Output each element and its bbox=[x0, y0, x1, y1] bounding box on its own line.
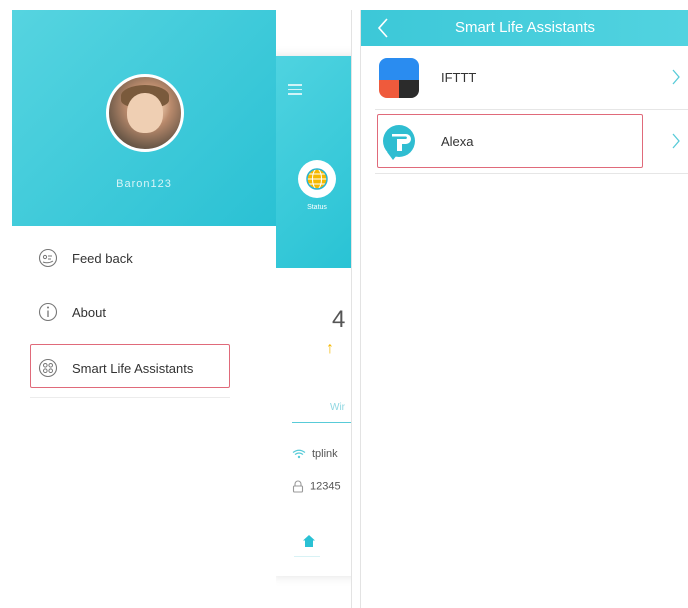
password-row: 12345 bbox=[292, 480, 341, 493]
right-phone-screen: Smart Life Assistants IFTTT Alexa bbox=[360, 10, 688, 608]
drawer-item-about[interactable]: About bbox=[38, 300, 106, 324]
home-icon[interactable] bbox=[302, 534, 316, 553]
smart-life-icon bbox=[38, 358, 58, 378]
side-drawer: Baron123 Feed back About Smart Life Assi… bbox=[12, 10, 276, 608]
background-main-screen: Status 4 ↑ Wir tplink 12345 bbox=[276, 56, 351, 576]
list-item-ifttt[interactable]: IFTTT bbox=[361, 46, 688, 110]
drawer-item-label: Feed back bbox=[72, 250, 133, 266]
feedback-icon bbox=[38, 248, 58, 268]
avatar[interactable] bbox=[106, 74, 184, 152]
hamburger-menu-icon[interactable] bbox=[288, 84, 302, 98]
info-icon bbox=[38, 302, 58, 322]
tab-underline bbox=[292, 422, 351, 423]
drawer-item-label: Smart Life Assistants bbox=[72, 360, 194, 376]
status-globe-icon[interactable] bbox=[298, 160, 336, 198]
list-item-alexa[interactable]: Alexa bbox=[361, 110, 688, 174]
navigation-bar: Smart Life Assistants bbox=[361, 10, 688, 46]
status-label: Status bbox=[307, 204, 327, 211]
avatar-face bbox=[127, 93, 163, 133]
ifttt-label: IFTTT bbox=[441, 70, 477, 85]
ifttt-logo-icon bbox=[379, 58, 419, 98]
wifi-name-row: tplink bbox=[292, 448, 338, 460]
drawer-item-smart-life-assistants[interactable]: Smart Life Assistants bbox=[38, 356, 193, 380]
left-phone-screen: Status 4 ↑ Wir tplink 12345 Baron123 Fee… bbox=[12, 10, 352, 608]
wifi-password: 12345 bbox=[310, 480, 341, 493]
page-title: Smart Life Assistants bbox=[454, 19, 596, 36]
drawer-divider bbox=[30, 397, 230, 398]
drawer-item-feedback[interactable]: Feed back bbox=[38, 246, 133, 270]
wireless-tab[interactable]: Wir bbox=[330, 402, 345, 413]
upload-arrow-icon: ↑ bbox=[326, 340, 334, 357]
wifi-icon bbox=[292, 449, 306, 459]
alexa-label: Alexa bbox=[441, 134, 474, 149]
device-count: 4 bbox=[332, 306, 346, 333]
wifi-name: tplink bbox=[312, 448, 338, 460]
chevron-right-icon bbox=[672, 133, 680, 149]
drawer-item-label: About bbox=[72, 304, 106, 320]
row-separator bbox=[375, 173, 688, 174]
chevron-right-icon bbox=[672, 69, 680, 85]
lock-icon bbox=[292, 480, 304, 493]
background-header: Status bbox=[276, 56, 351, 268]
drawer-header: Baron123 bbox=[12, 10, 276, 226]
bottom-tab-indicator bbox=[294, 556, 320, 557]
tplink-alexa-logo-icon bbox=[383, 125, 415, 160]
username: Baron123 bbox=[116, 178, 172, 190]
